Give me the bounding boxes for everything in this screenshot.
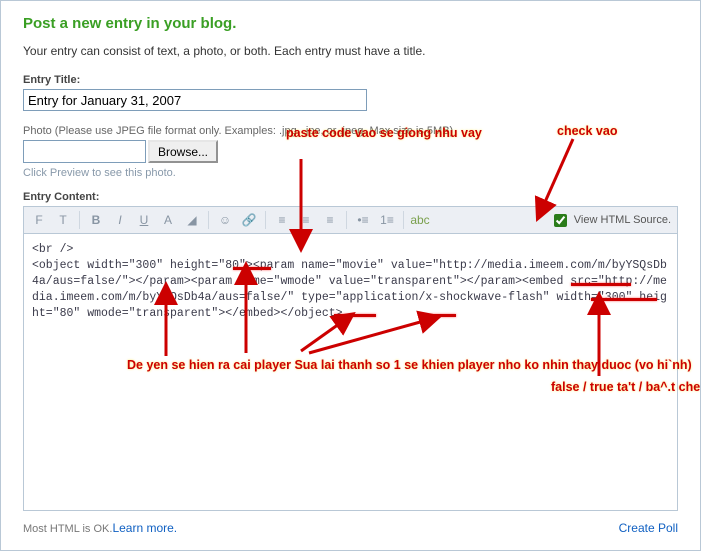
list-number-icon[interactable]: 1≡ xyxy=(378,211,396,229)
editor-toolbar: F T B I U A ◢ ☺ 🔗 ≡ ≡ ≡ •≡ 1≡ abc View H… xyxy=(23,206,678,234)
align-left-icon[interactable]: ≡ xyxy=(273,211,291,229)
align-right-icon[interactable]: ≡ xyxy=(321,211,339,229)
view-html-source-checkbox[interactable] xyxy=(554,214,567,227)
entry-title-input[interactable] xyxy=(23,89,367,111)
spellcheck-icon[interactable]: abc xyxy=(411,211,429,229)
underline-icon[interactable]: U xyxy=(135,211,153,229)
emoji-icon[interactable]: ☺ xyxy=(216,211,234,229)
view-html-source-label: View HTML Source. xyxy=(574,214,671,226)
italic-icon[interactable]: I xyxy=(111,211,129,229)
font-size-icon[interactable]: T xyxy=(54,211,72,229)
photo-file-path[interactable] xyxy=(23,140,146,163)
bold-icon[interactable]: B xyxy=(87,211,105,229)
entry-title-label: Entry Title: xyxy=(23,74,678,86)
create-poll-link[interactable]: Create Poll xyxy=(619,521,678,535)
page-title: Post a new entry in your blog. xyxy=(23,15,678,32)
browse-button[interactable]: Browse... xyxy=(148,140,218,163)
page-subtitle: Your entry can consist of text, a photo,… xyxy=(23,44,678,58)
align-center-icon[interactable]: ≡ xyxy=(297,211,315,229)
font-family-icon[interactable]: F xyxy=(30,211,48,229)
photo-help-text: Photo (Please use JPEG file format only.… xyxy=(23,125,678,137)
content-editor[interactable]: <br /> <object width="300" height="80"><… xyxy=(23,234,678,511)
learn-more-link[interactable]: Learn more. xyxy=(112,521,177,535)
text-color-icon[interactable]: A xyxy=(159,211,177,229)
highlight-icon[interactable]: ◢ xyxy=(183,211,201,229)
list-bullet-icon[interactable]: •≡ xyxy=(354,211,372,229)
footer-note: Most HTML is OK.Learn more. xyxy=(23,521,177,535)
preview-hint: Click Preview to see this photo. xyxy=(23,167,678,179)
link-icon[interactable]: 🔗 xyxy=(240,211,258,229)
entry-content-label: Entry Content: xyxy=(23,191,678,203)
